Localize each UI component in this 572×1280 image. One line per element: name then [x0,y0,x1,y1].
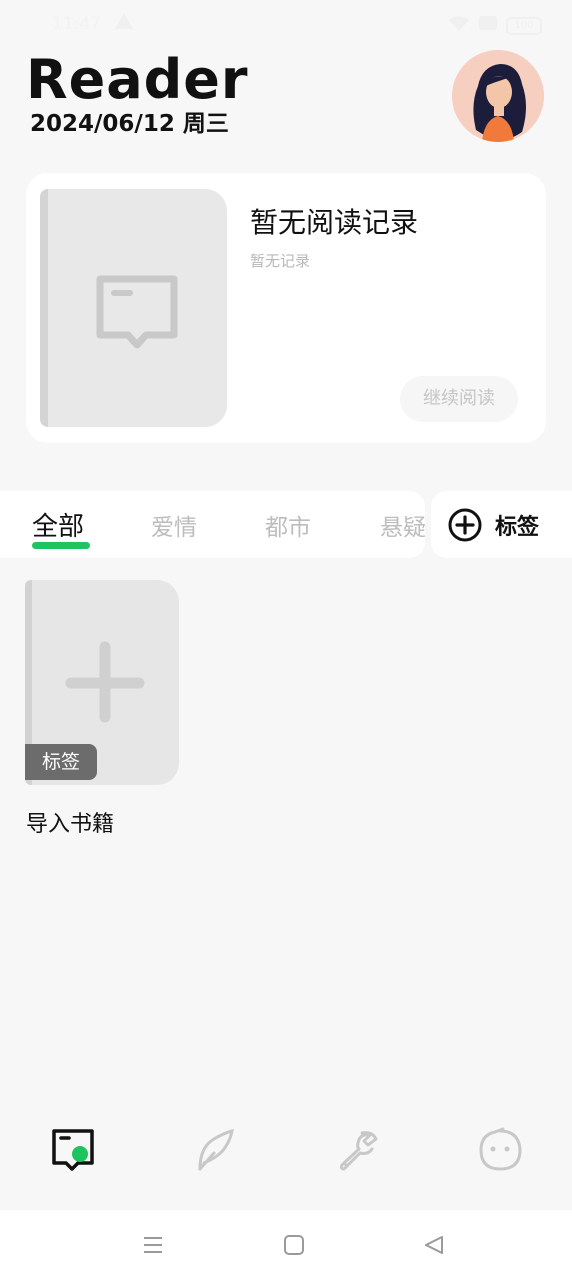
profile-face-icon[interactable] [477,1127,523,1173]
bookshelf-icon[interactable] [50,1127,96,1173]
home-icon[interactable] [283,1234,305,1260]
back-icon[interactable] [423,1234,445,1260]
menu-icon[interactable] [142,1234,164,1260]
continue-reading-button[interactable]: 继续阅读 [400,376,518,422]
battery-icon: 100 [506,16,542,35]
status-time: 11:47 [52,14,101,34]
tab-romance[interactable]: 爱情 [151,508,197,542]
app-title: Reader [26,48,249,111]
recent-reading-card[interactable]: 暂无阅读记录 暂无记录 继续阅读 [26,173,546,443]
add-circle-icon [448,508,482,546]
import-book-label: 导入书籍 [26,812,115,837]
import-book-tile[interactable]: 标签 [25,580,179,785]
wifi-icon [448,14,470,37]
status-bar: 11:47 100 [0,0,572,50]
active-tab-indicator [32,542,90,549]
tag-badge: 标签 [25,744,97,780]
bottom-nav [0,1115,572,1185]
plus-icon [65,637,145,731]
wrench-icon[interactable] [334,1127,380,1173]
add-tag-label: 标签 [495,515,540,540]
tab-all[interactable]: 全部 [32,506,84,543]
book-cover-placeholder [40,189,227,427]
avatar[interactable] [452,50,544,142]
warning-icon [114,12,134,35]
add-tag-button[interactable]: 标签 [431,491,572,558]
category-tabs: 全部 爱情 都市 悬疑 [0,491,425,558]
feather-icon[interactable] [192,1127,238,1173]
recent-title: 暂无阅读记录 [250,206,419,239]
book-placeholder-icon [92,269,182,363]
header-date: 2024/06/12 周三 [30,111,229,137]
system-nav-bar [0,1210,572,1280]
tab-urban[interactable]: 都市 [265,508,311,542]
tab-suspense[interactable]: 悬疑 [380,508,425,542]
recent-subtitle: 暂无记录 [250,252,311,270]
sim-icon [478,15,498,36]
